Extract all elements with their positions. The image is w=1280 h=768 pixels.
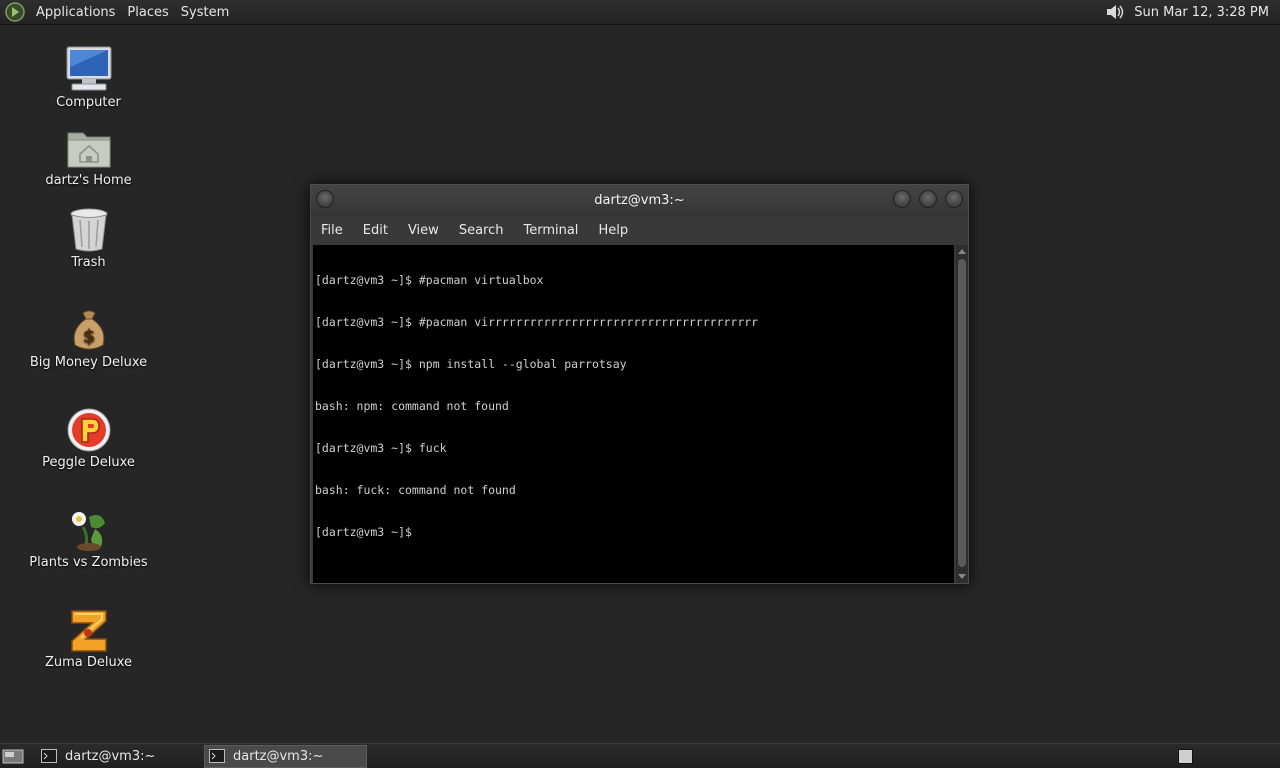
trash-icon xyxy=(70,208,107,252)
desktop-icon-computer[interactable]: Computer xyxy=(18,45,159,119)
menu-edit[interactable]: Edit xyxy=(363,223,398,238)
workspace-switcher[interactable] xyxy=(1178,749,1193,764)
terminal-line: [dartz@vm3 ~]$ #pacman virtualbox xyxy=(315,273,544,287)
desktop-icon-label: Peggle Deluxe xyxy=(42,455,135,470)
terminal-line: [dartz@vm3 ~]$ fuck xyxy=(315,441,447,455)
window-titlebar[interactable]: dartz@vm3:~ xyxy=(311,185,968,216)
svg-text:$: $ xyxy=(82,326,95,347)
menu-help[interactable]: Help xyxy=(598,223,638,238)
scrollbar-thumb[interactable] xyxy=(958,259,966,567)
menu-search[interactable]: Search xyxy=(459,223,514,238)
system-menu[interactable]: System xyxy=(175,0,235,25)
applications-menu[interactable]: Applications xyxy=(30,0,121,25)
desktop-icon-peggle[interactable]: Peggle Deluxe xyxy=(18,407,159,481)
desktop-icon-label: Computer xyxy=(56,95,121,110)
terminal-scrollbar[interactable] xyxy=(956,245,968,583)
speaker-icon[interactable] xyxy=(1104,1,1126,23)
menu-file[interactable]: File xyxy=(321,223,353,238)
terminal-line: [dartz@vm3 ~]$ npm install --global parr… xyxy=(315,357,627,371)
terminal-prompt[interactable]: [dartz@vm3 ~]$ xyxy=(315,525,952,539)
peggle-icon xyxy=(67,408,110,452)
minimize-icon[interactable] xyxy=(893,190,911,208)
terminal-icon xyxy=(41,749,57,763)
zuma-icon xyxy=(70,610,107,652)
terminal-icon xyxy=(209,749,225,763)
scroll-up-icon[interactable] xyxy=(958,249,966,254)
desktop-icon-label: dartz's Home xyxy=(45,173,132,188)
terminal-output[interactable]: [dartz@vm3 ~]$ #pacman virtualbox [dartz… xyxy=(313,245,954,583)
gnome-foot-icon[interactable] xyxy=(4,1,26,23)
scroll-down-icon[interactable] xyxy=(958,574,966,579)
taskbar-item[interactable]: dartz@vm3:~ xyxy=(37,745,200,768)
home-folder-icon xyxy=(67,132,110,168)
taskbar-item-label: dartz@vm3:~ xyxy=(233,748,324,764)
terminal-line: bash: fuck: command not found xyxy=(315,483,516,497)
window-title: dartz@vm3:~ xyxy=(594,193,685,208)
desktop-icon-label: Plants vs Zombies xyxy=(29,555,148,570)
terminal-line: bash: npm: command not found xyxy=(315,399,509,413)
menu-terminal[interactable]: Terminal xyxy=(523,223,588,238)
bottom-panel: dartz@vm3:~ dartz@vm3:~ xyxy=(0,743,1280,768)
plants-vs-zombies-icon xyxy=(71,512,105,551)
clock[interactable]: Sun Mar 12, 3:28 PM xyxy=(1134,5,1269,20)
desktop-icon-trash[interactable]: Trash xyxy=(18,207,159,281)
money-bag-icon: $ xyxy=(73,310,104,350)
top-panel: Applications Places System Sun Mar 12, 3… xyxy=(0,0,1280,25)
desktop-icon-home[interactable]: dartz's Home xyxy=(18,127,159,201)
terminal-line: [dartz@vm3 ~]$ #pacman virrrrrrrrrrrrrrr… xyxy=(315,315,759,329)
desktop-icon-big-money[interactable]: $ Big Money Deluxe xyxy=(18,307,159,381)
terminal-menubar: File Edit View Search Terminal Help xyxy=(311,216,968,244)
computer-icon xyxy=(66,46,111,91)
taskbar-item-label: dartz@vm3:~ xyxy=(65,748,156,764)
close-icon[interactable] xyxy=(945,190,963,208)
desktop-icon-zuma[interactable]: Zuma Deluxe xyxy=(18,607,159,681)
places-menu[interactable]: Places xyxy=(121,0,174,25)
maximize-icon[interactable] xyxy=(919,190,937,208)
desktop-icon-label: Trash xyxy=(71,255,106,270)
taskbar-item-active[interactable]: dartz@vm3:~ xyxy=(204,744,367,768)
terminal-window[interactable]: dartz@vm3:~ File Edit View Search Termin… xyxy=(310,184,969,584)
desktop-icon-plants-vs-zombies[interactable]: Plants vs Zombies xyxy=(18,507,159,581)
menu-view[interactable]: View xyxy=(408,223,449,238)
show-desktop-icon[interactable] xyxy=(1,746,25,766)
desktop-icon-label: Zuma Deluxe xyxy=(44,655,133,670)
desktop-icon-label: Big Money Deluxe xyxy=(29,355,148,370)
window-menu-icon[interactable] xyxy=(316,190,334,208)
